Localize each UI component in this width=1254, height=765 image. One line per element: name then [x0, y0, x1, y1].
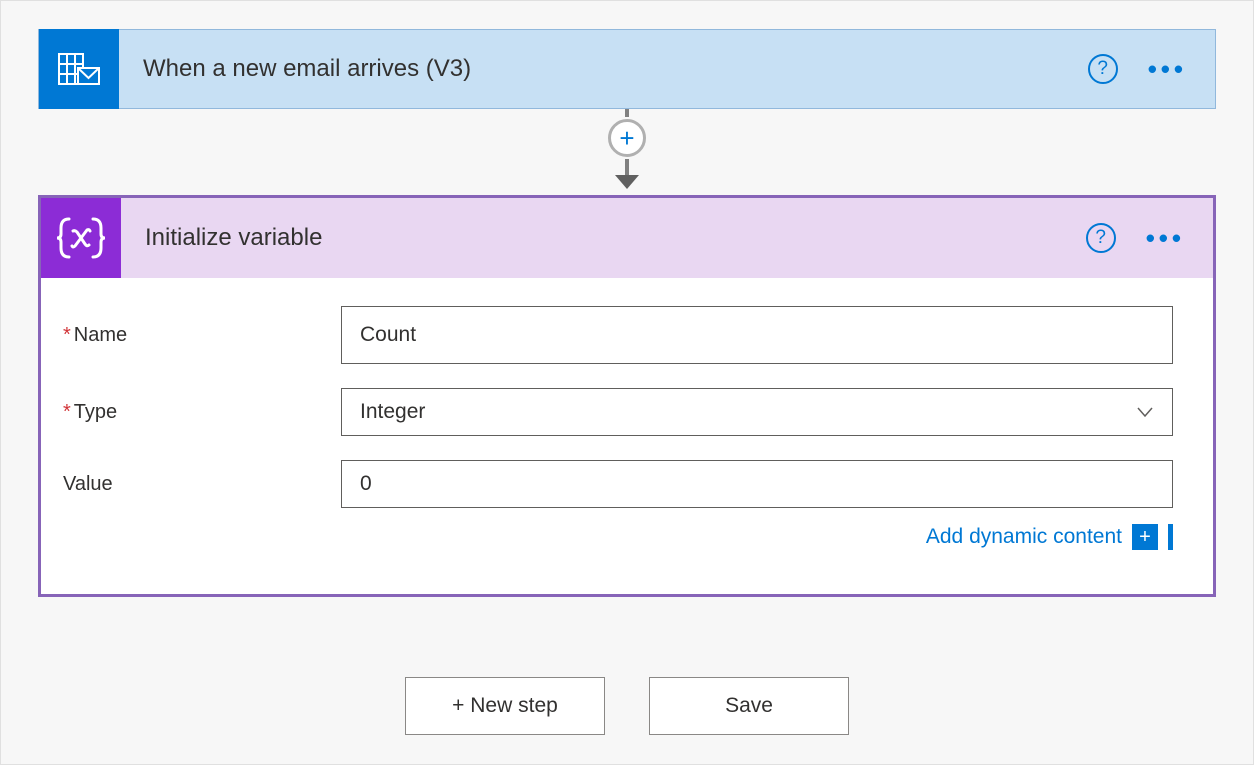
value-input[interactable]	[341, 460, 1173, 508]
chevron-down-icon	[1136, 403, 1154, 421]
save-button[interactable]: Save	[649, 677, 849, 735]
help-icon[interactable]: ?	[1086, 223, 1116, 253]
name-row: *Name	[63, 306, 1173, 364]
type-row: *Type Integer	[63, 388, 1173, 436]
more-icon[interactable]: •••	[1146, 223, 1185, 254]
dynamic-plus-icon[interactable]: +	[1132, 524, 1158, 550]
action-body: *Name *Type Integer Value Add dynamic co…	[41, 278, 1213, 594]
more-icon[interactable]: •••	[1148, 54, 1187, 85]
arrow-down-icon	[615, 175, 639, 189]
trigger-title: When a new email arrives (V3)	[119, 55, 1088, 83]
action-title: Initialize variable	[121, 224, 1086, 252]
action-actions: ? •••	[1086, 223, 1213, 254]
bottom-buttons: + New step Save	[38, 677, 1216, 735]
add-dynamic-content-link[interactable]: Add dynamic content	[926, 525, 1122, 549]
type-label: *Type	[63, 401, 341, 424]
type-select[interactable]: Integer	[341, 388, 1173, 436]
trigger-card[interactable]: When a new email arrives (V3) ? •••	[38, 29, 1216, 109]
name-label: *Name	[63, 324, 341, 347]
action-card: Initialize variable ? ••• *Name *Type In…	[38, 195, 1216, 597]
add-step-plus-icon[interactable]: +	[608, 119, 646, 157]
action-header[interactable]: Initialize variable ? •••	[41, 198, 1213, 278]
new-step-button[interactable]: + New step	[405, 677, 605, 735]
value-label: Value	[63, 473, 341, 496]
outlook-icon	[39, 29, 119, 109]
trigger-actions: ? •••	[1088, 54, 1215, 85]
type-value: Integer	[360, 400, 425, 424]
name-input[interactable]	[341, 306, 1173, 364]
dynamic-content-row: Add dynamic content +	[63, 524, 1173, 584]
dynamic-bar	[1168, 524, 1173, 550]
value-row: Value	[63, 460, 1173, 508]
help-icon[interactable]: ?	[1088, 54, 1118, 84]
connector-line	[625, 109, 629, 117]
connector: +	[38, 109, 1216, 195]
variable-icon	[41, 198, 121, 278]
